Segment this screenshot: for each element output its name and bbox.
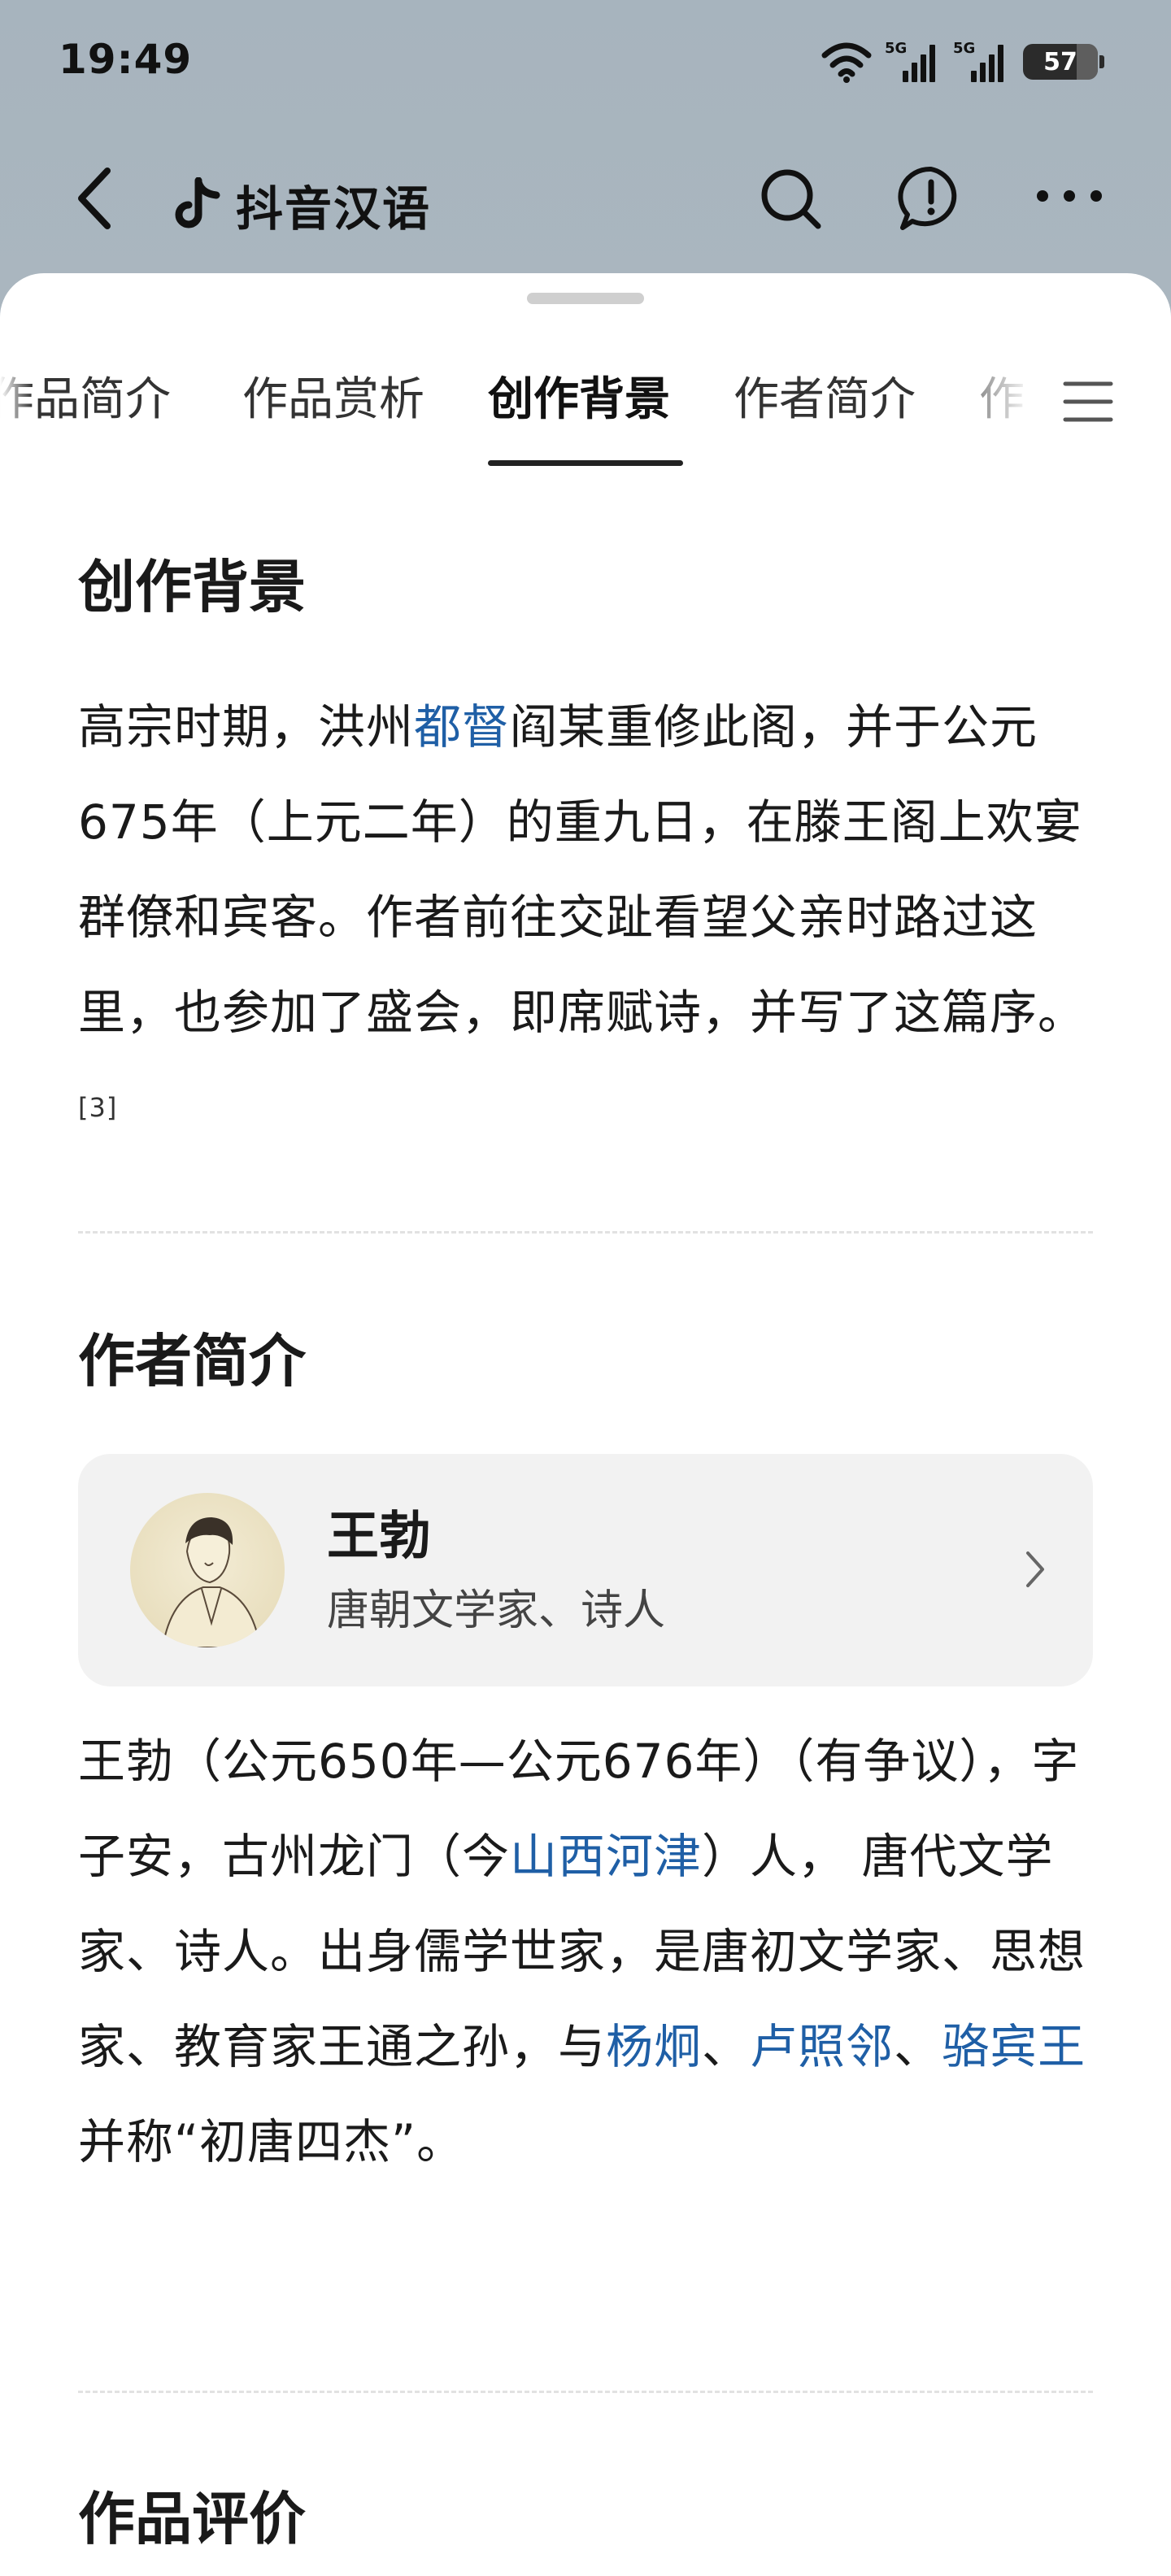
drag-handle[interactable]: [527, 293, 644, 304]
chevron-right-icon: [1026, 1551, 1044, 1587]
status-bar: 19:49 5G 5G 57: [0, 0, 1171, 122]
reference-marker[interactable]: [3]: [78, 1092, 117, 1123]
link-yang-jiong[interactable]: 杨炯: [606, 2019, 702, 2074]
tab-fade-right: [935, 355, 1049, 460]
link-luo-binwang[interactable]: 骆宾王: [942, 2019, 1086, 2074]
content-sheet: 作品简介 作品赏析 创作背景 作者简介 作 创作背景 高宗时期，洪州都督阎某重修…: [0, 273, 1171, 2576]
link-lu-zhaolin[interactable]: 卢照邻: [750, 2019, 894, 2074]
menu-icon[interactable]: [1062, 377, 1114, 426]
signal-type-label: 5G: [953, 40, 976, 57]
douyin-logo-icon: [175, 177, 220, 228]
tab-work-appreciation[interactable]: 作品赏析: [242, 363, 424, 429]
background-paragraph: 高宗时期，洪州都督阎某重修此阁，并于公元675年（上元二年）的重九日，在滕王阁上…: [78, 680, 1103, 1164]
cellular-signal-icon: 5G: [953, 40, 1008, 82]
tab-author-intro[interactable]: 作者简介: [734, 363, 916, 429]
signal-type-label: 5G: [885, 40, 908, 57]
link-shanxi-hejin[interactable]: 山西河津: [510, 1829, 702, 1884]
section-divider: [78, 1231, 1093, 1234]
status-time: 19:49: [59, 36, 193, 83]
section-title-background: 创作背景: [78, 553, 306, 620]
avatar: [130, 1493, 285, 1647]
back-arrow-icon[interactable]: [72, 166, 120, 231]
active-tab-indicator: [488, 460, 683, 466]
battery-icon: 57: [1023, 44, 1104, 80]
section-title-evaluation: 作品评价: [78, 2485, 306, 2552]
author-card[interactable]: 王勃 唐朝文学家、诗人: [78, 1454, 1093, 1686]
tab-creation-background[interactable]: 创作背景: [488, 363, 670, 429]
tab-fade-left: [0, 355, 33, 460]
section-title-author: 作者简介: [78, 1327, 306, 1395]
text: 、: [702, 2019, 751, 2074]
brand: 抖音汉语: [171, 171, 431, 239]
author-paragraph: 王勃（公元650年—公元676年）（有争议），字子安，古州龙门（今山西河津）人，…: [78, 1714, 1103, 2190]
cellular-signal-icon: 5G: [885, 40, 940, 82]
text: 高宗时期，洪州: [78, 699, 415, 755]
nav-bar: 抖音汉语: [0, 154, 1171, 244]
brand-name: 抖音汉语: [236, 181, 432, 237]
search-icon[interactable]: [756, 164, 825, 233]
battery-level: 57: [1043, 47, 1077, 76]
section-divider: [78, 2391, 1093, 2393]
more-icon[interactable]: [1033, 184, 1106, 208]
portrait-icon: [161, 1517, 262, 1647]
report-icon[interactable]: [896, 164, 966, 234]
wifi-icon: [821, 42, 872, 83]
text: 、: [894, 2019, 942, 2074]
text: 并称“初唐四杰”。: [78, 2114, 465, 2169]
link-dudu[interactable]: 都督: [414, 699, 510, 755]
status-icons: 5G 5G 57: [821, 37, 1104, 86]
author-subtitle: 唐朝文学家、诗人: [327, 1586, 666, 1635]
author-name: 王勃: [327, 1506, 431, 1567]
